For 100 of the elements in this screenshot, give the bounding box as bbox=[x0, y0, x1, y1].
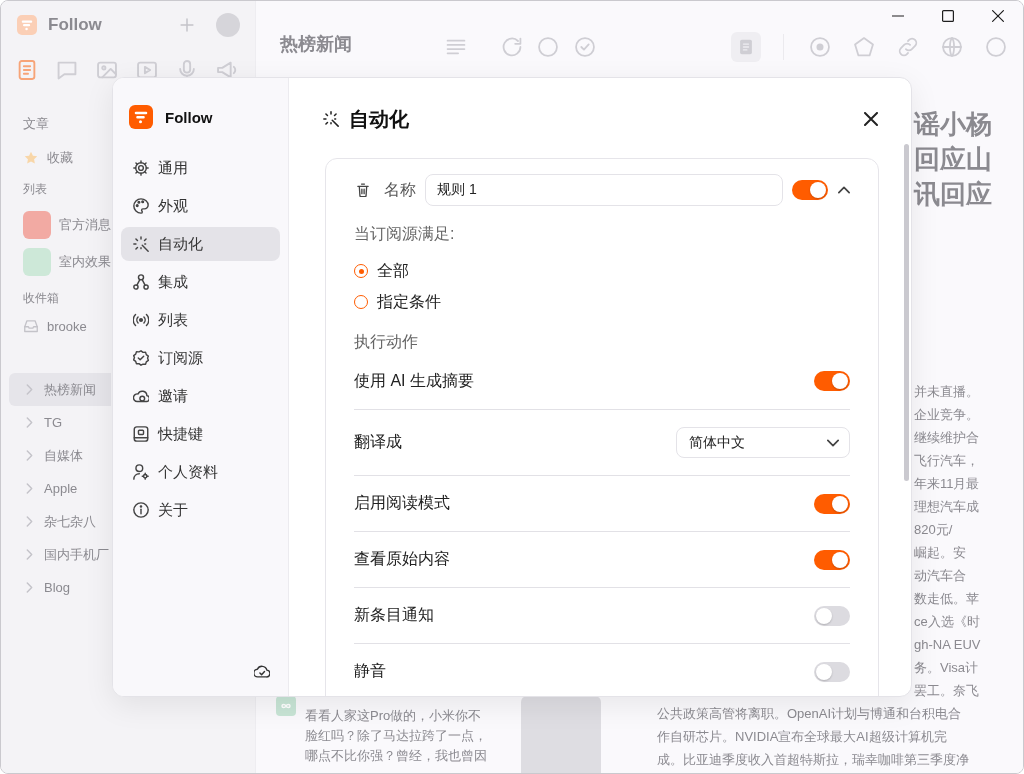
check-circle-icon[interactable] bbox=[575, 37, 595, 57]
nav-item[interactable]: 集成 bbox=[121, 265, 280, 299]
radio-button[interactable] bbox=[354, 295, 368, 309]
broadcast-icon bbox=[133, 312, 149, 328]
feed-title: 热榜新闻 bbox=[279, 33, 353, 56]
page-title: 自动化 bbox=[349, 106, 409, 132]
article-text-fragment: 动汽车合 bbox=[914, 567, 966, 585]
article-text-fragment: 数走低。苹 bbox=[914, 590, 979, 608]
toggle-switch[interactable] bbox=[814, 371, 850, 391]
view-title: 文章 bbox=[23, 115, 49, 133]
toggle-switch[interactable] bbox=[814, 661, 850, 682]
chevron-down-icon bbox=[827, 438, 839, 447]
nav-item[interactable]: 邀请 bbox=[121, 379, 280, 413]
radio-label: 指定条件 bbox=[377, 291, 441, 312]
megaphone-icon[interactable] bbox=[217, 60, 237, 80]
nav-item[interactable]: 快捷键 bbox=[121, 417, 280, 451]
chevron-right-icon bbox=[26, 549, 33, 560]
plus-icon[interactable] bbox=[180, 18, 194, 32]
cloud-check-icon[interactable] bbox=[254, 663, 270, 679]
chevron-right-icon bbox=[26, 384, 33, 395]
gear-icon bbox=[133, 160, 149, 176]
radio-button[interactable] bbox=[354, 264, 368, 278]
section-label: 列表 bbox=[23, 181, 47, 198]
article-text-fragment: 崛起。安 bbox=[914, 544, 966, 562]
sparkle-icon bbox=[133, 236, 149, 252]
chevron-right-icon bbox=[26, 516, 33, 527]
nav-item[interactable]: 关于 bbox=[121, 493, 280, 527]
chevron-right-icon bbox=[26, 417, 33, 428]
section-label: 当订阅源满足: bbox=[354, 224, 455, 244]
microphone-icon[interactable] bbox=[177, 60, 197, 80]
dot-circle-icon[interactable] bbox=[810, 37, 830, 57]
sparkle-icon bbox=[323, 111, 339, 127]
chevron-right-icon bbox=[26, 483, 33, 494]
user-gear-icon bbox=[133, 464, 149, 480]
article-text-fragment: gh-NA EUV bbox=[914, 636, 981, 654]
star-icon bbox=[24, 151, 38, 165]
article-text-fragment: 务。Visa计 bbox=[914, 659, 979, 677]
setting-label: 使用 AI 生成摘要 bbox=[354, 370, 474, 391]
article-text-fragment: 年来11月最 bbox=[914, 475, 980, 493]
minimize-icon bbox=[892, 15, 904, 17]
article-text-fragment: 理想汽车成 bbox=[914, 498, 979, 516]
setting-label: 新条目通知 bbox=[354, 605, 434, 625]
toggle-switch[interactable] bbox=[792, 180, 828, 200]
nav-item[interactable]: 自动化 bbox=[121, 227, 280, 261]
nav-item[interactable]: 列表 bbox=[121, 303, 280, 337]
chevron-right-icon bbox=[26, 450, 33, 461]
cloud-icon bbox=[133, 388, 149, 404]
keycap-icon bbox=[133, 426, 149, 442]
logo-icon bbox=[129, 105, 153, 129]
logo-icon bbox=[17, 15, 37, 35]
section-label: 收件箱 bbox=[23, 290, 59, 307]
badge-check-icon bbox=[133, 350, 149, 366]
entry-excerpt: 看看人家这Pro做的，小米你不 脸红吗？除了马达拉跨了一点， 哪点不比你强？曾经，我也曾因 bbox=[305, 707, 488, 765]
nav-item[interactable]: 通用 bbox=[121, 151, 280, 185]
inbox-icon bbox=[24, 319, 38, 333]
article-text: 公共政策高管将离职。OpenAI计划与博通和台积电合 作自研芯片。NVIDIA宣布全球最大AI超级计算机完 成。比亚迪季度收入首超特斯拉，瑞幸咖啡第三季度净 bbox=[657, 705, 969, 769]
circle-icon[interactable] bbox=[538, 37, 558, 57]
trash-icon[interactable] bbox=[356, 183, 370, 197]
toggle-switch[interactable] bbox=[814, 549, 850, 570]
chat-icon[interactable] bbox=[57, 60, 77, 80]
rule-name-input[interactable]: 规则 1 bbox=[425, 174, 783, 206]
section-label: 执行动作 bbox=[354, 332, 418, 352]
link-icon[interactable] bbox=[898, 37, 918, 57]
setting-label: 查看原始内容 bbox=[354, 549, 450, 569]
toggle-switch[interactable] bbox=[814, 493, 850, 514]
field-label: 名称 bbox=[384, 179, 416, 200]
article-headline: 谣小杨 回应山 讯回应 bbox=[914, 108, 992, 211]
language-select[interactable]: 简体中文 bbox=[676, 427, 850, 458]
article-text-fragment: 飞行汽车， bbox=[914, 452, 979, 470]
info-icon bbox=[133, 502, 149, 518]
list-icon[interactable] bbox=[446, 37, 466, 57]
setting-label: 翻译成 bbox=[354, 432, 402, 452]
brand-name: Follow bbox=[165, 108, 213, 126]
nodes-icon bbox=[133, 274, 149, 290]
maximize-icon bbox=[942, 10, 954, 22]
setting-label: 静音 bbox=[354, 661, 386, 681]
video-icon[interactable] bbox=[137, 60, 157, 80]
article-text-fragment: 820元/ bbox=[914, 521, 953, 539]
nav-item[interactable]: 个人资料 bbox=[121, 455, 280, 489]
article-text-fragment: 并未直播。 bbox=[914, 383, 979, 401]
document-icon bbox=[738, 39, 754, 55]
image-icon[interactable] bbox=[97, 60, 117, 80]
nav-item[interactable]: 外观 bbox=[121, 189, 280, 223]
nav-item[interactable]: 订阅源 bbox=[121, 341, 280, 375]
article-text-fragment: ce入选《时 bbox=[914, 613, 980, 631]
document-button[interactable] bbox=[731, 32, 761, 62]
document-icon[interactable] bbox=[17, 60, 37, 80]
article-text-fragment: 企业竞争。 bbox=[914, 406, 979, 424]
toggle-switch[interactable] bbox=[814, 605, 850, 626]
pentagon-icon[interactable] bbox=[854, 37, 874, 57]
globe-icon[interactable] bbox=[942, 37, 962, 57]
avatar[interactable] bbox=[216, 13, 240, 37]
refresh-icon[interactable] bbox=[502, 37, 522, 57]
article-text-fragment: 罢工。奈飞 bbox=[914, 682, 979, 700]
chevron-up-icon[interactable] bbox=[838, 186, 850, 194]
setting-label: 启用阅读模式 bbox=[354, 493, 450, 513]
circle-icon[interactable] bbox=[986, 37, 1006, 57]
palette-icon bbox=[133, 198, 149, 214]
app-name: Follow bbox=[48, 15, 102, 35]
scrollbar-thumb[interactable] bbox=[904, 144, 909, 481]
